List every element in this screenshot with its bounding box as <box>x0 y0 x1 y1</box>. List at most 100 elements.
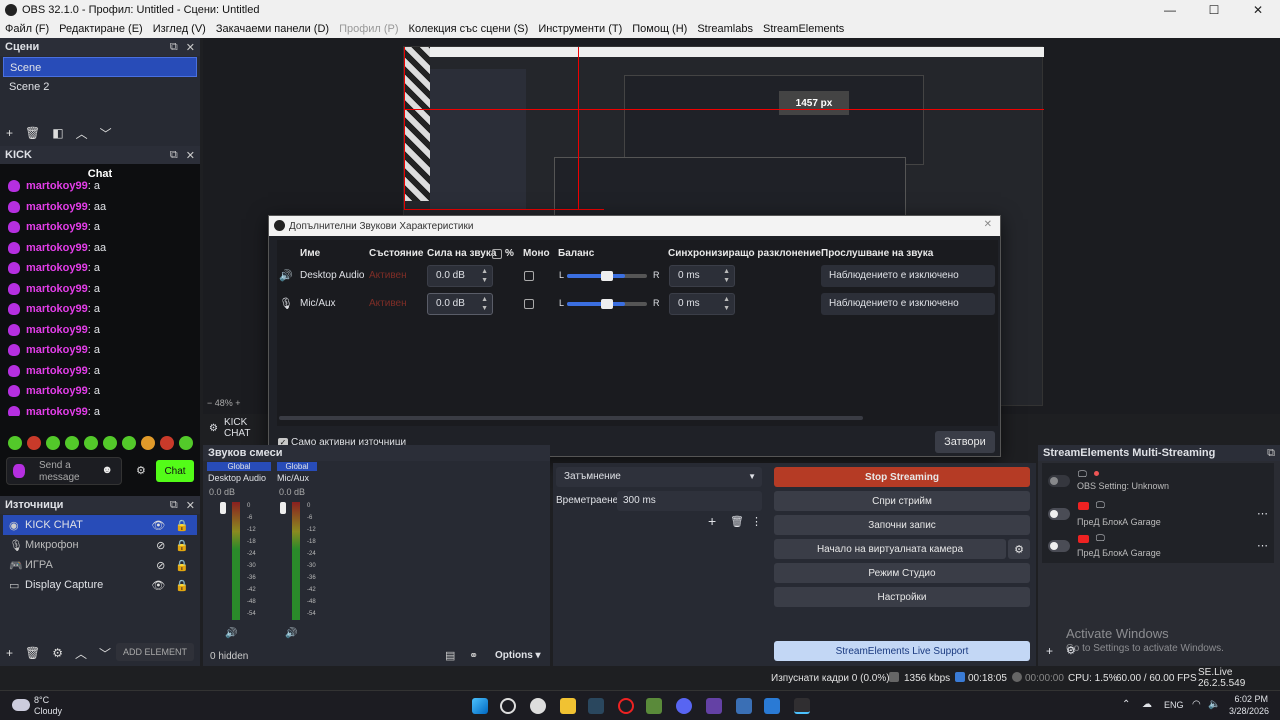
percent-checkbox[interactable] <box>492 249 502 259</box>
maximize-button[interactable]: ☐ <box>1192 0 1236 20</box>
search-icon[interactable] <box>500 698 516 714</box>
gear-icon[interactable]: ⚙ <box>136 464 146 477</box>
emote-icon[interactable] <box>84 436 98 450</box>
down-arrow-icon[interactable]: ﹀ <box>99 645 111 662</box>
emote-icon[interactable] <box>103 436 117 450</box>
slider-knob[interactable] <box>601 299 613 309</box>
balance-slider[interactable] <box>567 271 647 281</box>
visibility-icon[interactable]: 👁 <box>151 519 165 532</box>
close-icon[interactable]: ✕ <box>984 219 992 230</box>
discord-icon[interactable] <box>676 698 692 714</box>
menu-streamelements[interactable]: StreamElements <box>758 23 849 35</box>
close-window-button[interactable]: ✕ <box>1236 0 1280 20</box>
obs-icon[interactable] <box>794 698 810 714</box>
add-icon[interactable]: + <box>6 126 13 140</box>
trash-icon[interactable]: 🗑 <box>25 126 40 140</box>
mixer-options-button[interactable]: Options ▾ <box>495 650 541 661</box>
menu-file[interactable]: Файл (F) <box>0 23 54 35</box>
up-arrow-icon[interactable]: ︿ <box>75 645 87 662</box>
emote-icon[interactable] <box>46 436 60 450</box>
steam-icon[interactable] <box>588 698 604 714</box>
add-element-button[interactable]: ADD ELEMENT <box>116 643 194 661</box>
channel-name[interactable]: Desktop Audio <box>208 473 266 483</box>
speaker-icon[interactable]: 🔊 <box>285 628 297 639</box>
volume-icon[interactable]: 🔈 <box>1208 699 1220 710</box>
source-item[interactable]: ◉ KICK CHAT 👁 🔒 <box>3 515 197 535</box>
chrome-icon[interactable] <box>530 698 546 714</box>
transition-select[interactable]: Затъмнение ▼ <box>556 467 762 487</box>
down-arrow-icon[interactable]: ﹀ <box>100 125 112 142</box>
more-icon[interactable]: ⋯ <box>1257 507 1268 520</box>
menu-tools[interactable]: Инструменти (T) <box>533 23 627 35</box>
volume-fader[interactable] <box>280 502 286 514</box>
menu-streamlabs[interactable]: Streamlabs <box>692 23 758 35</box>
emote-icon[interactable] <box>141 436 155 450</box>
source-item[interactable]: 🎙 Микрофон ⊘ 🔒 <box>3 535 197 555</box>
emoji-icon[interactable]: ☻ <box>101 464 113 476</box>
stop-streaming-button[interactable]: Stop Streaming <box>774 467 1030 487</box>
minimize-button[interactable]: — <box>1148 0 1192 20</box>
network-icon[interactable]: ◠ <box>1192 699 1201 710</box>
duration-spinbox[interactable]: 300 ms <box>617 491 762 511</box>
emote-icon[interactable] <box>65 436 79 450</box>
monitoring-select[interactable]: Наблюдението е изключено <box>821 265 995 287</box>
settings-button[interactable]: Настройки <box>774 587 1030 607</box>
gear-icon[interactable]: ⚙ <box>1008 539 1030 559</box>
menu-help[interactable]: Помощ (H) <box>627 23 692 35</box>
stream-toggle[interactable] <box>1048 508 1070 520</box>
gear-icon[interactable]: ⚙ <box>52 646 63 660</box>
chat-send-button[interactable]: Chat <box>156 460 194 482</box>
volume-spinbox[interactable]: 0.0 dB ▲ ▼ <box>427 265 493 287</box>
onedrive-icon[interactable]: ☁ <box>1142 699 1152 710</box>
start-icon[interactable] <box>472 698 488 714</box>
menu-edit[interactable]: Редактиране (E) <box>54 23 148 35</box>
scene-item[interactable]: Scene 2 <box>3 77 197 97</box>
gear-icon[interactable]: ⚙ <box>209 423 218 434</box>
layout-icon[interactable]: ▤ <box>445 649 455 662</box>
spin-arrows-icon[interactable]: ▲ ▼ <box>723 267 730 285</box>
studio-mode-button[interactable]: Режим Студио <box>774 563 1030 583</box>
filter-icon[interactable]: ◧ <box>52 126 63 140</box>
link-icon[interactable]: ⚭ <box>469 649 478 662</box>
spin-arrows-icon[interactable]: ▲ ▼ <box>481 267 488 285</box>
volume-spinbox[interactable]: 0.0 dB ▲ ▼ <box>427 293 493 315</box>
emote-icon[interactable] <box>122 436 136 450</box>
tray-chevron-icon[interactable]: ⌃ <box>1122 699 1130 710</box>
volume-fader[interactable] <box>220 502 226 514</box>
more-icon[interactable]: ⋮ <box>751 515 762 528</box>
visibility-icon[interactable]: 👁 <box>151 579 165 592</box>
up-arrow-icon[interactable]: ︿ <box>76 125 88 142</box>
horizontal-scrollbar[interactable] <box>279 416 863 420</box>
emote-icon[interactable] <box>27 436 41 450</box>
menu-profile[interactable]: Профил (P) <box>334 23 403 35</box>
sync-offset-spinbox[interactable]: 0 ms ▲ ▼ <box>669 265 735 287</box>
scene-item[interactable]: Scene <box>3 57 197 77</box>
source-item[interactable]: ▭ Display Capture 👁 🔒 <box>3 575 197 595</box>
float-icon[interactable]: ⧉ <box>170 149 178 162</box>
clock-date[interactable]: 3/28/2026 <box>1225 706 1269 716</box>
add-icon[interactable]: + <box>1046 644 1053 658</box>
stream-toggle[interactable] <box>1048 540 1070 552</box>
mono-checkbox[interactable] <box>524 299 534 309</box>
start-recording-button[interactable]: Започни запис <box>774 515 1030 535</box>
emote-icon[interactable] <box>8 436 22 450</box>
monitoring-select[interactable]: Наблюдението е изключено <box>821 293 995 315</box>
sync-offset-spinbox[interactable]: 0 ms ▲ ▼ <box>669 293 735 315</box>
slider-knob[interactable] <box>601 271 613 281</box>
stop-stream-button[interactable]: Спри стрийм <box>774 491 1030 511</box>
app-icon[interactable] <box>736 698 752 714</box>
language-indicator[interactable]: ENG <box>1164 700 1184 710</box>
lock-icon[interactable]: 🔒 <box>175 519 189 532</box>
emote-icon[interactable] <box>160 436 174 450</box>
photos-icon[interactable] <box>764 698 780 714</box>
stream-toggle[interactable] <box>1048 475 1070 487</box>
clock-time[interactable]: 6:02 PM <box>1232 694 1268 704</box>
menu-view[interactable]: Изглед (V) <box>148 23 211 35</box>
emote-icon[interactable] <box>179 436 193 450</box>
add-icon[interactable]: + <box>6 646 13 660</box>
menu-docks[interactable]: Закачаеми панели (D) <box>211 23 334 35</box>
source-item[interactable]: 🎮 ИГРА ⊘ 🔒 <box>3 555 197 575</box>
lock-icon[interactable]: 🔒 <box>175 559 189 572</box>
hidden-icon[interactable]: ⊘ <box>156 539 165 552</box>
close-dialog-button[interactable]: Затвори <box>935 431 995 453</box>
